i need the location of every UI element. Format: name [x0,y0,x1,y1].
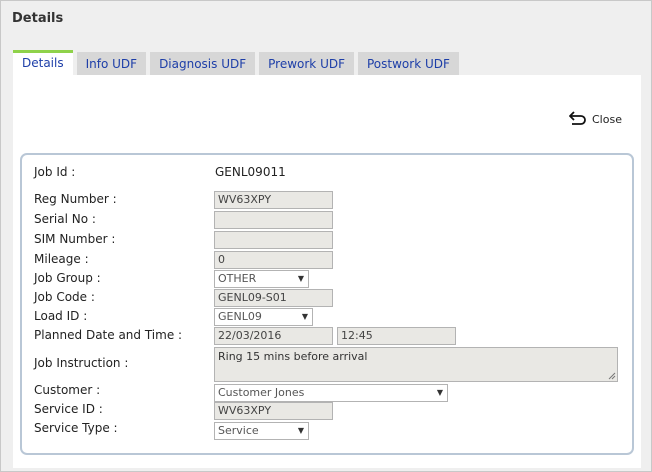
planned-time-field[interactable]: 12:45 [337,327,456,345]
planned-date-field[interactable]: 22/03/2016 [214,327,333,345]
service-type-select[interactable]: Service ▼ [214,422,309,440]
details-dialog: Details Details Info UDF Diagnosis UDF P… [0,0,652,472]
customer-value: Customer Jones [218,386,305,399]
service-type-label: Service Type : [34,421,118,435]
job-code-field[interactable]: GENL09-S01 [214,289,333,307]
job-group-label: Job Group : [34,271,101,285]
tab-postwork-udf[interactable]: Postwork UDF [358,52,459,76]
planned-date-label: Planned Date and Time : [34,328,183,342]
close-button[interactable]: Close [569,111,622,128]
tab-diagnosis-udf[interactable]: Diagnosis UDF [150,52,256,76]
job-instruction-textarea[interactable]: Ring 15 mins before arrival [214,347,618,382]
mileage-label: Mileage : [34,252,89,266]
reg-number-field[interactable]: WV63XPY [214,191,333,209]
reg-number-label: Reg Number : [34,192,117,206]
mileage-field[interactable]: 0 [214,251,333,269]
tab-content: Close Job Id : GENL09011 Reg Number : WV… [13,75,641,468]
dialog-title: Details [12,11,64,26]
job-id-value: GENL09011 [215,165,286,179]
chevron-down-icon: ▼ [436,388,443,397]
customer-select[interactable]: Customer Jones ▼ [214,384,448,402]
serial-no-label: Serial No : [34,212,96,226]
chevron-down-icon: ▼ [297,426,304,435]
customer-label: Customer : [34,383,101,397]
close-label: Close [592,113,622,126]
resize-grip-icon[interactable] [608,372,616,380]
sim-number-field[interactable] [214,231,333,249]
load-id-label: Load ID : [34,309,88,323]
service-type-value: Service [218,424,259,437]
service-id-field[interactable]: WV63XPY [214,402,333,420]
tab-details[interactable]: Details [13,50,73,75]
job-instruction-label: Job Instruction : [34,356,129,370]
job-group-select[interactable]: OTHER ▼ [214,270,309,288]
service-id-label: Service ID : [34,402,103,416]
job-id-label: Job Id : [34,165,76,179]
load-id-value: GENL09 [218,310,262,323]
job-group-value: OTHER [218,272,257,285]
tab-bar: Details Info UDF Diagnosis UDF Prework U… [13,50,463,76]
sim-number-label: SIM Number : [34,232,116,246]
tab-info-udf[interactable]: Info UDF [76,52,147,76]
serial-no-field[interactable] [214,211,333,229]
undo-arrow-icon [569,111,592,128]
job-details-panel: Job Id : GENL09011 Reg Number : WV63XPY … [20,153,634,455]
job-instruction-value: Ring 15 mins before arrival [218,350,368,363]
job-code-label: Job Code : [34,290,95,304]
load-id-select[interactable]: GENL09 ▼ [214,308,313,326]
chevron-down-icon: ▼ [297,274,304,283]
chevron-down-icon: ▼ [301,312,308,321]
tab-prework-udf[interactable]: Prework UDF [259,52,354,76]
